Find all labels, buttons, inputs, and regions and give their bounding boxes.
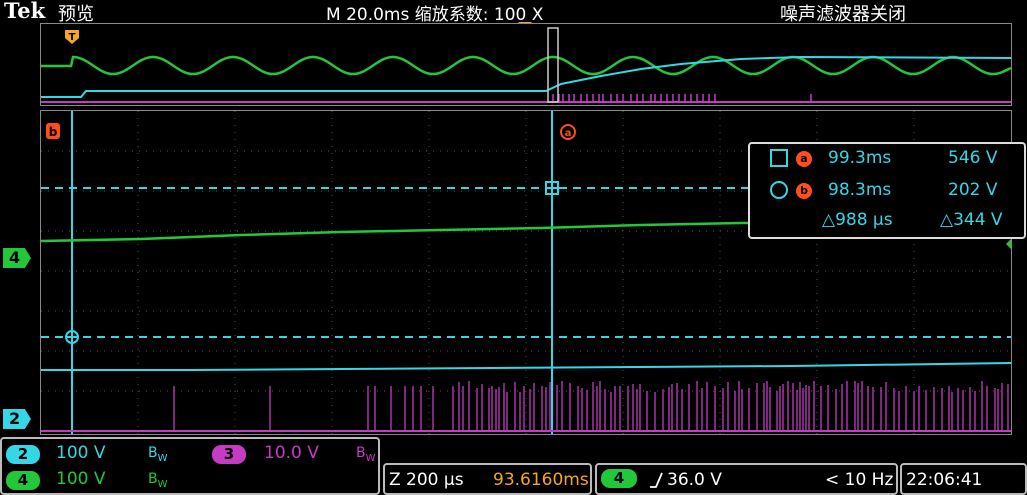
svg-text:T: T [69, 32, 76, 43]
delta-time: △988 μs [822, 210, 893, 230]
ch2-scale: 100 V [56, 443, 106, 463]
overview-trace-area: T [41, 27, 1011, 103]
channel-settings-panel[interactable]: 2 100 V BW 3 10.0 V BW 4 100 V BW [0, 437, 380, 495]
brand-logo: Tek [4, 0, 46, 23]
timebase-zoom-readout: M 20.0ms 缩放系数: 100 X [326, 5, 544, 25]
zoom-panel[interactable]: Z 200 μs 93.6160ms [383, 463, 592, 495]
zoom-scale: Z 200 μs [389, 470, 464, 490]
ch3-bw-limit: BW [356, 445, 376, 464]
readout-row-a: a 99.3ms 546 V [750, 146, 1024, 174]
zoom-window [547, 27, 559, 103]
cursor-a-time: 99.3ms [828, 148, 892, 168]
cursor-a-voltage: 546 V [948, 148, 998, 168]
ch3-pulses [173, 381, 1009, 431]
ch3-scale: 10.0 V [264, 443, 319, 463]
ch2-ground-marker[interactable]: 2 [3, 409, 31, 429]
cursor-b-badge: b [46, 123, 60, 139]
cursor-readout-panel[interactable]: a 99.3ms 546 V b 98.3ms 202 V △988 μs △3… [748, 142, 1026, 239]
zoom-position: 93.6160ms [493, 470, 589, 490]
trigger-panel[interactable]: 4 36.0 V < 10 Hz [595, 463, 898, 495]
ch2-bw-limit: BW [148, 445, 168, 464]
circle-icon [770, 181, 788, 199]
ch2-badge[interactable]: 2 [6, 445, 40, 464]
cursor-a-badge: a [560, 124, 576, 140]
trigger-source-badge[interactable]: 4 [601, 469, 637, 488]
readout-row-b: b 98.3ms 202 V [750, 178, 1024, 206]
overview-ch4-trace [41, 55, 1011, 76]
delta-voltage: △344 V [940, 210, 1003, 230]
trigger-level: 36.0 V [667, 470, 722, 490]
svg-text:a: a [565, 128, 572, 139]
ch2-trace [41, 362, 1011, 371]
cursor-b-voltage: 202 V [948, 180, 998, 200]
clock-time: 22:06:41 [906, 470, 983, 490]
cursor-a-label: a [796, 151, 812, 167]
overview-trigger-marker: T [65, 30, 79, 44]
readout-row-delta: △988 μs △344 V [750, 208, 1024, 236]
ch4-ground-marker[interactable]: 4 [3, 248, 31, 268]
cursor-b-time: 98.3ms [828, 180, 892, 200]
ch4-scale: 100 V [56, 469, 106, 489]
svg-text:b: b [49, 125, 58, 139]
overview-waveform[interactable]: T [40, 23, 1012, 106]
ch4-badge[interactable]: 4 [6, 471, 40, 490]
trigger-frequency: < 10 Hz [825, 470, 894, 490]
overview-ch2-trace [41, 55, 1011, 98]
cursor-b-label: b [796, 183, 812, 199]
status-bar: Tek 预览 M 20.0ms 缩放系数: 100 X 噪声滤波器关闭 [0, 0, 1027, 29]
rising-edge-icon [650, 472, 663, 488]
clock-panel: 22:06:41 [900, 463, 1027, 495]
ch4-bw-limit: BW [148, 471, 168, 490]
ch3-badge[interactable]: 3 [212, 445, 246, 464]
square-icon [770, 149, 788, 167]
